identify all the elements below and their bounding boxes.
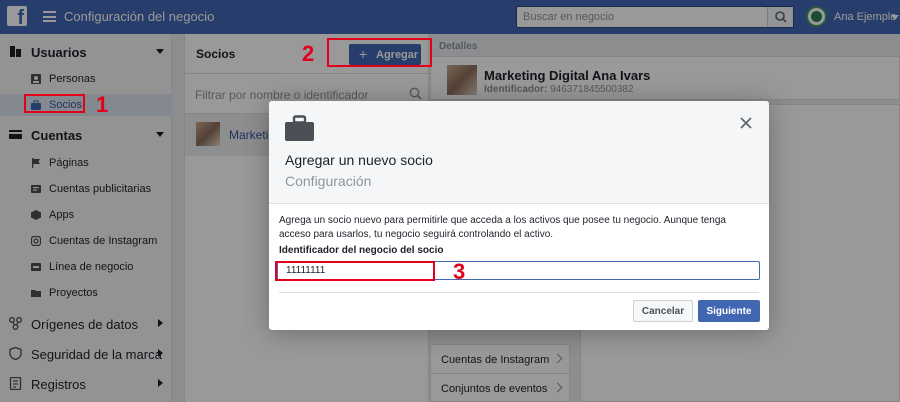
- dialog-subtitle: Configuración: [285, 173, 372, 189]
- annotation-number-3: 3: [453, 259, 466, 284]
- annotation-box-2: [327, 38, 432, 67]
- annotation-number-2: 2: [302, 41, 315, 66]
- divider: [279, 292, 759, 293]
- annotation-box-3: [275, 261, 435, 281]
- add-partner-dialog: Agregar un nuevo socio Configuración Agr…: [269, 101, 769, 330]
- dialog-title: Agregar un nuevo socio: [285, 152, 433, 168]
- cancel-button[interactable]: Cancelar: [633, 300, 693, 322]
- partner-id-label: Identificador del negocio del socio: [279, 245, 444, 256]
- briefcase-icon: [285, 115, 314, 141]
- dialog-description: Agrega un socio nuevo para permitirle qu…: [279, 215, 726, 240]
- annotation-box-1: [24, 94, 85, 113]
- annotation-number-1: 1: [96, 92, 109, 117]
- close-icon[interactable]: [739, 116, 753, 130]
- next-button[interactable]: Siguiente: [698, 300, 760, 322]
- dialog-header: Agregar un nuevo socio Configuración: [269, 101, 769, 204]
